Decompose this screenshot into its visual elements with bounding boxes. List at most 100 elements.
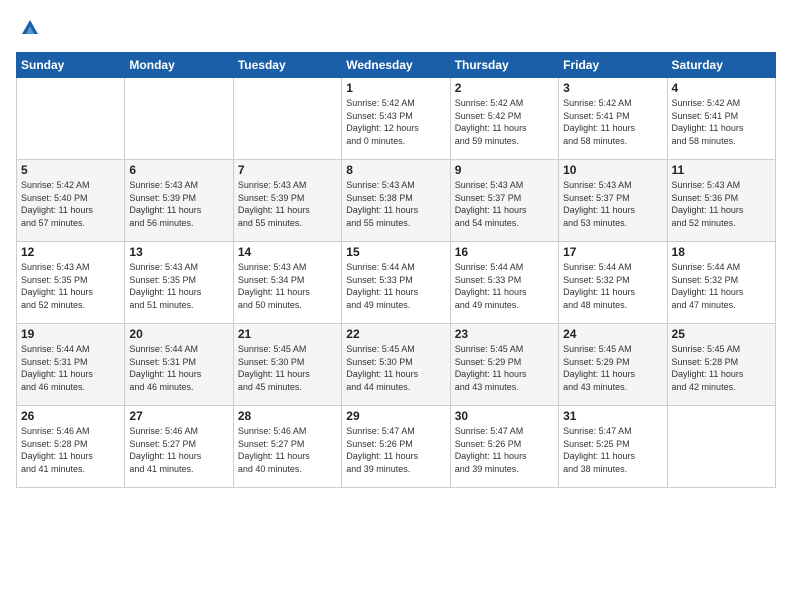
calendar-cell: 18Sunrise: 5:44 AM Sunset: 5:32 PM Dayli… [667, 242, 775, 324]
calendar-cell: 13 Sunrise: 5:43 AM Sunset: 5:35 PM Dayli… [125, 242, 233, 324]
calendar-cell: 31Sunrise: 5:47 AM Sunset: 5:25 PM Dayli… [559, 406, 667, 488]
day-info: Sunrise: 5:44 AM Sunset: 5:31 PM Dayligh… [129, 343, 228, 393]
calendar-cell: 10 Sunrise: 5:43 AM Sunset: 5:37 PM Dayli… [559, 160, 667, 242]
header-tuesday: Tuesday [233, 53, 341, 78]
calendar-cell: 16Sunrise: 5:44 AM Sunset: 5:33 PM Dayli… [450, 242, 558, 324]
calendar-week-1: 1Sunrise: 5:42 AM Sunset: 5:43 PM Daylig… [17, 78, 776, 160]
day-info: Sunrise: 5:44 AM Sunset: 5:33 PM Dayligh… [346, 261, 445, 311]
calendar-week-3: 12 Sunrise: 5:43 AM Sunset: 5:35 PM Dayli… [17, 242, 776, 324]
day-number: 8 [346, 163, 445, 177]
day-number: 31 [563, 409, 662, 423]
calendar-cell: 21 Sunrise: 5:45 AM Sunset: 5:30 PM Dayli… [233, 324, 341, 406]
day-info: Sunrise: 5:43 AM Sunset: 5:39 PM Dayligh… [238, 179, 337, 229]
header-thursday: Thursday [450, 53, 558, 78]
day-info: Sunrise: 5:45 AM Sunset: 5:29 PM Dayligh… [563, 343, 662, 393]
day-info: Sunrise: 5:42 AM Sunset: 5:41 PM Dayligh… [672, 97, 771, 147]
day-number: 2 [455, 81, 554, 95]
calendar-week-4: 19 Sunrise: 5:44 AM Sunset: 5:31 PM Dayli… [17, 324, 776, 406]
calendar-cell: 7 Sunrise: 5:43 AM Sunset: 5:39 PM Daylig… [233, 160, 341, 242]
header [16, 16, 776, 40]
day-number: 19 [21, 327, 120, 341]
day-info: Sunrise: 5:43 AM Sunset: 5:37 PM Dayligh… [455, 179, 554, 229]
day-number: 27 [129, 409, 228, 423]
calendar-cell: 22 Sunrise: 5:45 AM Sunset: 5:30 PM Dayli… [342, 324, 450, 406]
day-number: 30 [455, 409, 554, 423]
day-number: 21 [238, 327, 337, 341]
day-info: Sunrise: 5:43 AM Sunset: 5:36 PM Dayligh… [672, 179, 771, 229]
day-info: Sunrise: 5:45 AM Sunset: 5:30 PM Dayligh… [238, 343, 337, 393]
day-number: 26 [21, 409, 120, 423]
calendar-cell: 1Sunrise: 5:42 AM Sunset: 5:43 PM Daylig… [342, 78, 450, 160]
calendar-week-2: 5Sunrise: 5:42 AM Sunset: 5:40 PM Daylig… [17, 160, 776, 242]
day-info: Sunrise: 5:42 AM Sunset: 5:43 PM Dayligh… [346, 97, 445, 147]
calendar-cell: 26 Sunrise: 5:46 AM Sunset: 5:28 PM Dayli… [17, 406, 125, 488]
day-number: 14 [238, 245, 337, 259]
day-info: Sunrise: 5:43 AM Sunset: 5:37 PM Dayligh… [563, 179, 662, 229]
day-number: 13 [129, 245, 228, 259]
calendar-cell: 23 Sunrise: 5:45 AM Sunset: 5:29 PM Dayli… [450, 324, 558, 406]
calendar-cell: 8 Sunrise: 5:43 AM Sunset: 5:38 PM Daylig… [342, 160, 450, 242]
header-sunday: Sunday [17, 53, 125, 78]
day-number: 6 [129, 163, 228, 177]
day-number: 12 [21, 245, 120, 259]
day-number: 4 [672, 81, 771, 95]
calendar-cell: 25Sunrise: 5:45 AM Sunset: 5:28 PM Dayli… [667, 324, 775, 406]
day-info: Sunrise: 5:43 AM Sunset: 5:38 PM Dayligh… [346, 179, 445, 229]
calendar-table: Sunday Monday Tuesday Wednesday Thursday… [16, 52, 776, 488]
calendar-cell: 2Sunrise: 5:42 AM Sunset: 5:42 PM Daylig… [450, 78, 558, 160]
calendar-body: 1Sunrise: 5:42 AM Sunset: 5:43 PM Daylig… [17, 78, 776, 488]
calendar-cell: 30 Sunrise: 5:47 AM Sunset: 5:26 PM Dayli… [450, 406, 558, 488]
calendar-cell: 19 Sunrise: 5:44 AM Sunset: 5:31 PM Dayli… [17, 324, 125, 406]
day-info: Sunrise: 5:44 AM Sunset: 5:31 PM Dayligh… [21, 343, 120, 393]
day-number: 17 [563, 245, 662, 259]
day-info: Sunrise: 5:47 AM Sunset: 5:26 PM Dayligh… [346, 425, 445, 475]
day-number: 11 [672, 163, 771, 177]
day-number: 3 [563, 81, 662, 95]
calendar-cell [17, 78, 125, 160]
day-number: 24 [563, 327, 662, 341]
calendar-cell: 24 Sunrise: 5:45 AM Sunset: 5:29 PM Dayli… [559, 324, 667, 406]
calendar-cell: 12 Sunrise: 5:43 AM Sunset: 5:35 PM Dayli… [17, 242, 125, 324]
day-info: Sunrise: 5:43 AM Sunset: 5:35 PM Dayligh… [129, 261, 228, 311]
day-info: Sunrise: 5:47 AM Sunset: 5:26 PM Dayligh… [455, 425, 554, 475]
day-info: Sunrise: 5:43 AM Sunset: 5:35 PM Dayligh… [21, 261, 120, 311]
calendar-cell [233, 78, 341, 160]
day-number: 10 [563, 163, 662, 177]
day-info: Sunrise: 5:44 AM Sunset: 5:32 PM Dayligh… [672, 261, 771, 311]
main-container: Sunday Monday Tuesday Wednesday Thursday… [0, 0, 792, 496]
day-number: 9 [455, 163, 554, 177]
day-number: 7 [238, 163, 337, 177]
day-number: 23 [455, 327, 554, 341]
calendar-week-5: 26 Sunrise: 5:46 AM Sunset: 5:28 PM Dayli… [17, 406, 776, 488]
day-info: Sunrise: 5:46 AM Sunset: 5:28 PM Dayligh… [21, 425, 120, 475]
logo [16, 16, 42, 40]
day-info: Sunrise: 5:42 AM Sunset: 5:41 PM Dayligh… [563, 97, 662, 147]
day-number: 16 [455, 245, 554, 259]
calendar-cell: 20Sunrise: 5:44 AM Sunset: 5:31 PM Dayli… [125, 324, 233, 406]
calendar-cell: 9 Sunrise: 5:43 AM Sunset: 5:37 PM Daylig… [450, 160, 558, 242]
calendar-cell: 27 Sunrise: 5:46 AM Sunset: 5:27 PM Dayli… [125, 406, 233, 488]
day-info: Sunrise: 5:46 AM Sunset: 5:27 PM Dayligh… [129, 425, 228, 475]
day-info: Sunrise: 5:44 AM Sunset: 5:32 PM Dayligh… [563, 261, 662, 311]
logo-icon [18, 16, 42, 40]
header-saturday: Saturday [667, 53, 775, 78]
calendar-cell: 5Sunrise: 5:42 AM Sunset: 5:40 PM Daylig… [17, 160, 125, 242]
day-number: 22 [346, 327, 445, 341]
header-monday: Monday [125, 53, 233, 78]
calendar-cell: 17 Sunrise: 5:44 AM Sunset: 5:32 PM Dayli… [559, 242, 667, 324]
header-row: Sunday Monday Tuesday Wednesday Thursday… [17, 53, 776, 78]
calendar-cell [667, 406, 775, 488]
day-info: Sunrise: 5:45 AM Sunset: 5:29 PM Dayligh… [455, 343, 554, 393]
calendar-cell: 6 Sunrise: 5:43 AM Sunset: 5:39 PM Daylig… [125, 160, 233, 242]
day-info: Sunrise: 5:46 AM Sunset: 5:27 PM Dayligh… [238, 425, 337, 475]
day-info: Sunrise: 5:45 AM Sunset: 5:28 PM Dayligh… [672, 343, 771, 393]
calendar-cell: 4 Sunrise: 5:42 AM Sunset: 5:41 PM Daylig… [667, 78, 775, 160]
day-info: Sunrise: 5:43 AM Sunset: 5:34 PM Dayligh… [238, 261, 337, 311]
calendar-cell [125, 78, 233, 160]
calendar-header: Sunday Monday Tuesday Wednesday Thursday… [17, 53, 776, 78]
day-number: 29 [346, 409, 445, 423]
day-info: Sunrise: 5:45 AM Sunset: 5:30 PM Dayligh… [346, 343, 445, 393]
calendar-cell: 29 Sunrise: 5:47 AM Sunset: 5:26 PM Dayli… [342, 406, 450, 488]
day-info: Sunrise: 5:43 AM Sunset: 5:39 PM Dayligh… [129, 179, 228, 229]
header-wednesday: Wednesday [342, 53, 450, 78]
